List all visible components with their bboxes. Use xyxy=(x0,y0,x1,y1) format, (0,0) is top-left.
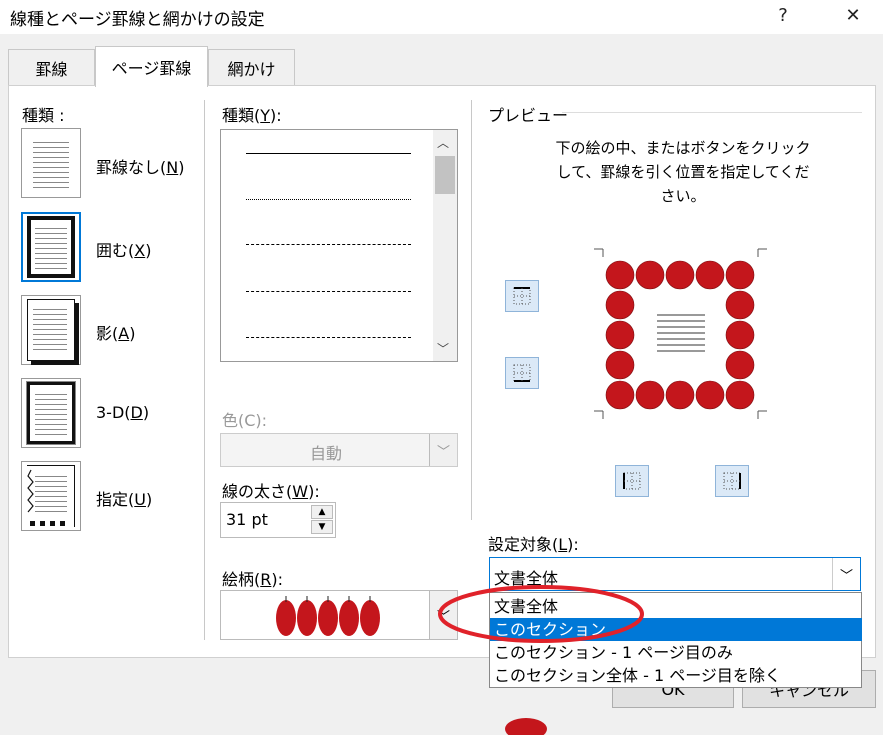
page-custom-icon xyxy=(27,465,75,527)
preview-instruction: 下の絵の中、またはボタンをクリックして、罫線を引く位置を指定してください。 xyxy=(555,139,811,205)
left-border-button[interactable] xyxy=(615,465,649,497)
setting-shadow-box[interactable] xyxy=(21,295,81,365)
page-3d-icon xyxy=(26,381,76,445)
scroll-down-icon[interactable]: ﹀ xyxy=(437,340,449,357)
close-button[interactable]: ✕ xyxy=(830,0,876,30)
border-bottom-icon xyxy=(513,364,531,382)
setting-none-box[interactable] xyxy=(21,128,81,198)
width-label: 線の太さ(W): xyxy=(222,482,320,501)
width-spinner[interactable]: 31 pt ▲ ▼ xyxy=(220,502,336,538)
zigzag-icon xyxy=(27,469,65,526)
tab-borders[interactable]: 罫線 xyxy=(8,49,95,85)
help-button[interactable]: ? xyxy=(760,0,806,30)
close-icon: ✕ xyxy=(845,4,861,26)
spin-down-icon[interactable]: ▼ xyxy=(311,520,333,534)
page-none-icon xyxy=(27,132,75,194)
color-label: 色(C): xyxy=(222,411,268,430)
art-select[interactable]: ﹀ xyxy=(220,590,458,640)
setting-header: 種類 : xyxy=(22,106,65,125)
separator-right xyxy=(471,100,472,520)
setting-3d-box[interactable] xyxy=(21,378,81,448)
setting-none-label[interactable]: 罫線なし(N) xyxy=(96,154,184,178)
apply-to-chevron-down-icon[interactable]: ﹀ xyxy=(832,558,860,590)
apple-art-icon xyxy=(276,596,380,636)
color-select[interactable]: 自動 ﹀ xyxy=(220,433,458,467)
setting-box-option[interactable] xyxy=(21,212,81,282)
highlight-ellipse xyxy=(438,585,644,643)
preview-rule xyxy=(562,112,862,113)
style-label: 種類(Y): xyxy=(222,106,282,125)
setting-custom-label[interactable]: 指定(U) xyxy=(96,486,152,510)
setting-3d-label[interactable]: 3-D(D) xyxy=(96,403,149,422)
border-left-icon xyxy=(623,472,641,490)
style-dash-dot[interactable] xyxy=(246,337,411,338)
style-dash[interactable] xyxy=(246,291,411,292)
line-style-list[interactable]: ︿ ﹀ xyxy=(220,129,458,362)
separator-left xyxy=(204,100,205,640)
chevron-down-icon[interactable]: ﹀ xyxy=(429,434,457,466)
color-value: 自動 xyxy=(309,444,342,463)
tab-page-borders[interactable]: ページ罫線 xyxy=(95,46,208,87)
bottom-border-button[interactable] xyxy=(505,357,539,389)
style-scrollbar[interactable]: ︿ ﹀ xyxy=(433,130,457,361)
page-shadow-icon xyxy=(27,299,75,361)
top-border-button[interactable] xyxy=(505,280,539,312)
scroll-thumb[interactable] xyxy=(435,156,455,194)
preview-header: プレビュー xyxy=(488,106,569,125)
page-box-icon xyxy=(27,216,75,278)
style-solid[interactable] xyxy=(246,153,411,154)
border-top-icon xyxy=(513,287,531,305)
setting-box-label[interactable]: 囲む(X) xyxy=(96,237,151,261)
setting-shadow-label[interactable]: 影(A) xyxy=(96,320,135,344)
apply-to-label: 設定対象(L): xyxy=(488,535,579,554)
style-dotted[interactable] xyxy=(246,199,411,200)
tab-shading[interactable]: 網かけ xyxy=(208,49,295,85)
preview-page-icon xyxy=(594,248,767,419)
border-right-icon xyxy=(723,472,741,490)
apply-option-section-except-first[interactable]: このセクション全体 - 1 ページ目を除く xyxy=(490,664,862,687)
apple-fragment xyxy=(505,718,547,735)
scroll-up-icon[interactable]: ︿ xyxy=(437,134,449,151)
right-border-button[interactable] xyxy=(715,465,749,497)
window-title: 線種とページ罫線と網かけの設定 xyxy=(10,10,265,30)
spin-up-icon[interactable]: ▲ xyxy=(311,505,333,519)
setting-custom-box[interactable] xyxy=(21,461,81,531)
style-small-dash[interactable] xyxy=(246,244,411,245)
width-value: 31 pt xyxy=(226,510,268,529)
preview-area[interactable] xyxy=(593,245,768,423)
art-label: 絵柄(R): xyxy=(222,570,284,589)
